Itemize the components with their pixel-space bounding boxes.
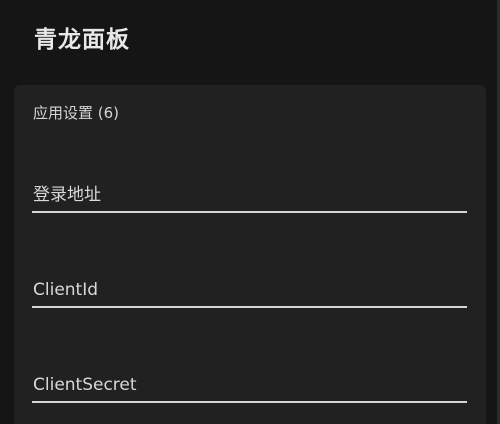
app-title: 青龙面板 xyxy=(34,27,130,53)
login-address-input[interactable] xyxy=(32,177,467,213)
section-header: 应用设置 (6) xyxy=(33,104,120,122)
client-id-input[interactable] xyxy=(32,272,467,308)
settings-card: 应用设置 (6) 登录地址 ClientId ClientSecret xyxy=(14,85,486,424)
login-address-field[interactable]: 登录地址 xyxy=(32,153,467,213)
client-id-underline xyxy=(32,306,467,308)
client-secret-field[interactable]: ClientSecret xyxy=(32,343,467,403)
client-secret-input[interactable] xyxy=(32,367,467,403)
client-id-field[interactable]: ClientId xyxy=(32,248,467,308)
app-bar: 青龙面板 xyxy=(0,0,500,78)
login-address-underline xyxy=(32,211,467,213)
client-secret-underline xyxy=(32,401,467,403)
app-screen: 青龙面板 应用设置 (6) 登录地址 ClientId ClientSecret xyxy=(0,0,500,424)
